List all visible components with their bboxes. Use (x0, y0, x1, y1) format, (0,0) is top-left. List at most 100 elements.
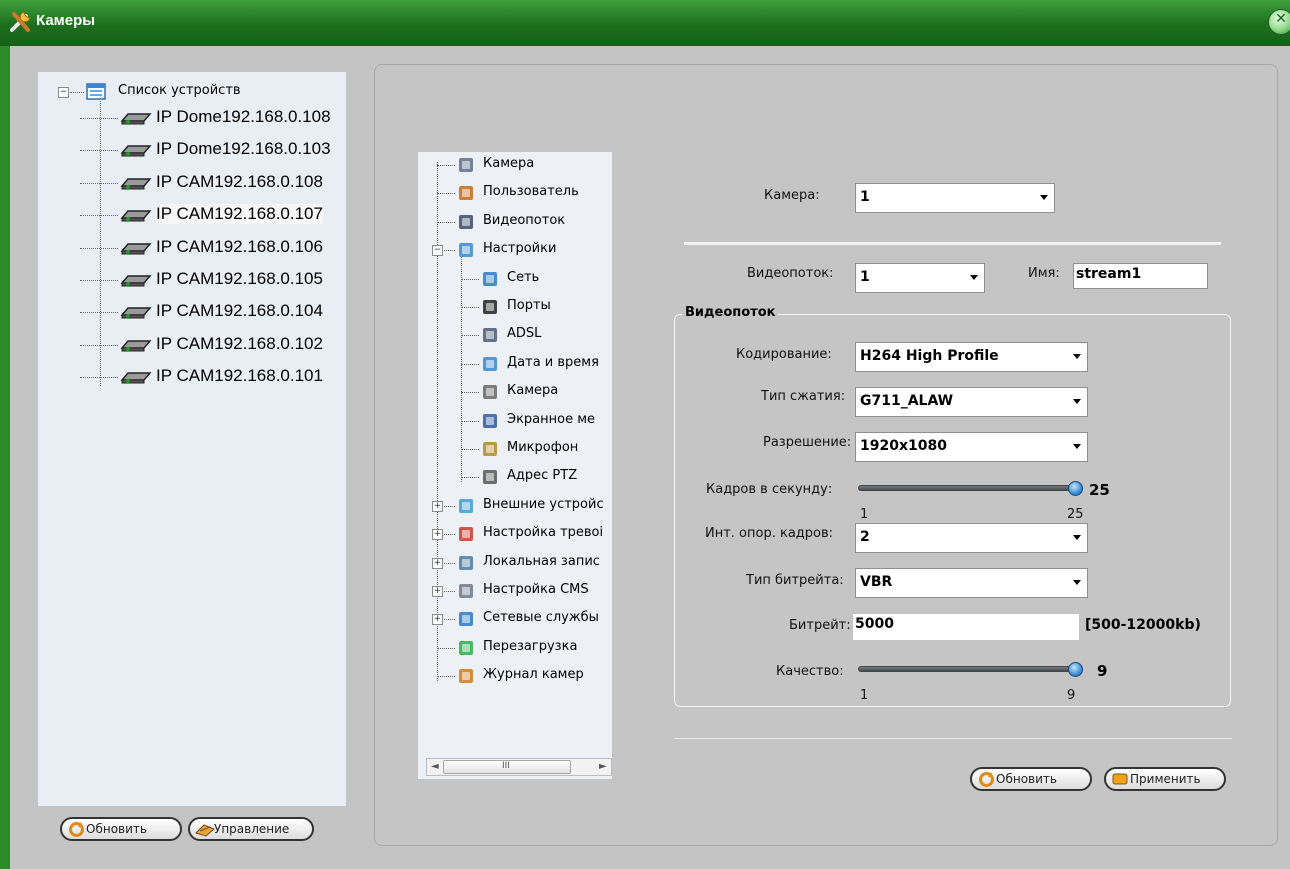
settings-tree-item[interactable]: Сеть (461, 268, 612, 290)
refresh-settings-label: Обновить (996, 772, 1057, 786)
manage-button[interactable]: Управление (188, 817, 314, 841)
camera-select[interactable]: 1 (855, 183, 1055, 213)
settings-tree-item-label: Внешние устройс (483, 496, 604, 512)
encoding-select-value: H264 High Profile (860, 348, 999, 364)
iframe-interval-select[interactable]: 2 (855, 523, 1088, 553)
settings-tree-item[interactable]: Перезагрузка (437, 637, 612, 659)
tree-connector (80, 344, 118, 346)
settings-tree-item[interactable]: Пользователь (437, 182, 612, 204)
settings-tree-item[interactable]: Камера (437, 154, 612, 176)
camera-select-value: 1 (860, 189, 870, 205)
tree-connector (437, 221, 455, 223)
close-button[interactable]: ✕ (1268, 9, 1290, 35)
stream-name-input[interactable]: stream1 (1073, 263, 1208, 289)
chevron-down-icon (1073, 354, 1081, 359)
tree-connector (461, 363, 479, 365)
resolution-select[interactable]: 1920x1080 (855, 432, 1088, 462)
settings-tree-item-label: ADSL (507, 326, 542, 342)
expand-icon[interactable]: + (432, 557, 443, 569)
settings-tree-item[interactable]: Микрофон (461, 438, 612, 460)
device-item-label: IP CAM192.168.0.105 (156, 269, 323, 288)
local-record-icon (459, 555, 473, 570)
tree-connector (80, 312, 118, 314)
settings-tree-scrollbar[interactable]: ◄ III ► (426, 758, 612, 776)
log-icon (459, 669, 473, 684)
settings-tree-item[interactable]: + Настройка CMS (432, 580, 612, 602)
scrollbar-thumb[interactable]: III (443, 760, 571, 774)
expand-icon[interactable]: + (432, 586, 443, 597)
scroll-right-icon[interactable]: ► (599, 761, 607, 772)
fps-slider[interactable] (858, 485, 1083, 491)
tree-connector (437, 647, 455, 649)
collapse-icon[interactable]: − (432, 245, 443, 257)
network-services-icon (459, 612, 473, 627)
bitrate-input[interactable]: 5000 (853, 614, 1079, 640)
settings-tree-item[interactable]: Видеопоток (437, 211, 612, 233)
tree-connector (461, 477, 479, 479)
chevron-down-icon (970, 275, 978, 280)
bitrate-value: 5000 (855, 616, 894, 632)
settings-tree-item[interactable]: + Внешние устройс (432, 495, 612, 517)
camera-settings-window: Камеры ✕ − Список устройств IP Dome192.1… (0, 0, 1290, 869)
settings-tree-item[interactable]: + Настройка тревоі (432, 523, 612, 545)
settings-tree-item-label: Дата и время (507, 354, 599, 370)
settings-tree-item[interactable]: + Сетевые службы (432, 608, 612, 630)
adsl-icon (483, 328, 497, 343)
chevron-down-icon (1040, 195, 1048, 200)
video-stream-group-title: Видеопоток (682, 305, 779, 320)
compression-select[interactable]: G711_ALAW (855, 387, 1088, 417)
device-item-label: IP Dome192.168.0.108 (156, 107, 331, 126)
stream-select[interactable]: 1 (855, 263, 985, 293)
settings-tree-item[interactable]: + Локальная запис (432, 552, 612, 574)
resolution-select-value: 1920x1080 (860, 438, 947, 454)
expand-icon[interactable]: + (432, 614, 443, 626)
settings-tree-item-label: Перезагрузка (483, 638, 578, 654)
ip-camera-icon (120, 340, 152, 352)
manage-label: Управление (214, 822, 290, 836)
expand-icon[interactable]: + (432, 500, 443, 512)
bitrate-type-select[interactable]: VBR (855, 568, 1088, 598)
quality-value: 9 (1097, 662, 1108, 680)
tree-connector (80, 280, 118, 281)
equalizer-icon (459, 214, 473, 229)
settings-tree-item[interactable]: − Настройки (432, 239, 612, 261)
tree-connector (70, 92, 84, 93)
quality-slider-handle[interactable] (1068, 662, 1083, 677)
stream-label: Видеопоток: (747, 266, 834, 281)
title-bar[interactable]: Камеры ✕ (0, 0, 1290, 46)
settings-tree-item-label: Сеть (507, 269, 540, 285)
settings-tree-item-label: Настройка CMS (483, 582, 589, 597)
settings-tree-item[interactable]: Дата и время (461, 353, 612, 375)
camera-label: Камера: (764, 188, 820, 203)
window-title: Камеры (36, 12, 96, 29)
tree-connector (80, 247, 118, 249)
tree-connector (461, 278, 479, 280)
quality-label: Качество: (776, 664, 844, 679)
compression-label: Тип сжатия: (761, 389, 846, 404)
apply-button[interactable]: Применить (1104, 767, 1226, 791)
bitrate-range: [500-12000kb) (1085, 617, 1201, 633)
expand-icon[interactable]: + (432, 529, 443, 541)
divider (684, 242, 1221, 245)
settings-tree-item[interactable]: Адрес PTZ (461, 466, 612, 488)
chevron-down-icon (1073, 535, 1081, 540)
settings-tree-item[interactable]: Журнал камер (437, 665, 612, 687)
resolution-label: Разрешение: (763, 435, 852, 450)
ip-camera-icon (120, 210, 152, 222)
refresh-settings-button[interactable]: Обновить (970, 767, 1092, 791)
encoding-select[interactable]: H264 High Profile (855, 342, 1088, 372)
stream-name-value: stream1 (1076, 266, 1142, 282)
settings-tree-item[interactable]: Камера (461, 381, 612, 403)
settings-tree-item-label: Сетевые службы (483, 610, 599, 626)
collapse-icon[interactable]: − (58, 87, 69, 98)
manage-icon (195, 824, 215, 837)
fps-slider-handle[interactable] (1068, 481, 1083, 496)
device-item-label: IP CAM192.168.0.102 (156, 333, 323, 353)
encoding-label: Кодирование: (736, 347, 832, 362)
refresh-devices-button[interactable]: Обновить (60, 817, 182, 841)
settings-tree-item[interactable]: Порты (461, 296, 612, 318)
scroll-left-icon[interactable]: ◄ (431, 761, 439, 772)
settings-tree-item[interactable]: Экранное ме (461, 410, 612, 432)
settings-tree-item[interactable]: ADSL (461, 324, 612, 346)
quality-slider[interactable] (858, 666, 1083, 672)
